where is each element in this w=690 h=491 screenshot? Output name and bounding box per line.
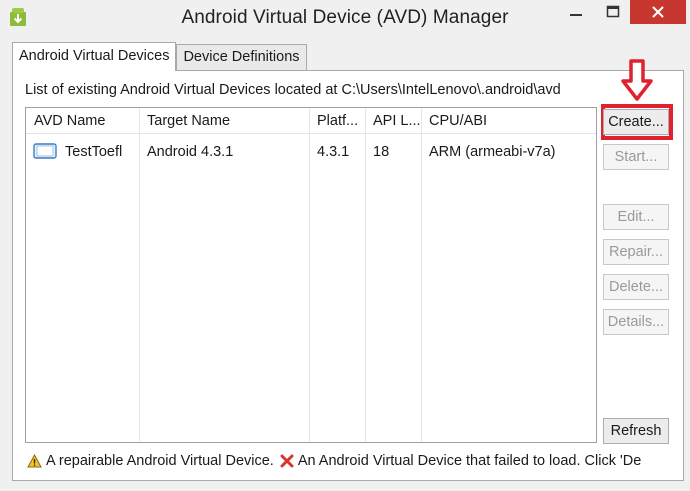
close-icon: [652, 6, 664, 18]
tab-device-definitions[interactable]: Device Definitions: [176, 44, 307, 70]
avd-location-caption: List of existing Android Virtual Devices…: [25, 82, 561, 98]
table-header: AVD Name Target Name Platf... API L... C…: [26, 108, 596, 134]
repair-button[interactable]: Repair...: [603, 239, 669, 265]
cell-api-level: 18: [373, 144, 390, 160]
column-header-target-name[interactable]: Target Name: [147, 113, 230, 129]
cell-cpu-abi: ARM (armeabi-v7a): [429, 144, 556, 160]
column-header-avd-name[interactable]: AVD Name: [34, 113, 105, 129]
legend: A repairable Android Virtual Device. An …: [27, 453, 641, 469]
edit-button[interactable]: Edit...: [603, 204, 669, 230]
delete-button[interactable]: Delete...: [603, 274, 669, 300]
refresh-button[interactable]: Refresh: [603, 418, 669, 444]
minimize-icon: [570, 14, 582, 16]
error-x-icon: [280, 454, 294, 468]
cell-avd-name: TestToefl: [65, 144, 123, 160]
device-icon: [33, 143, 57, 159]
tab-android-virtual-devices[interactable]: Android Virtual Devices: [12, 42, 177, 71]
minimize-button[interactable]: [558, 0, 594, 24]
maximize-icon: [606, 5, 620, 18]
warning-icon: [27, 454, 42, 468]
table-row[interactable]: TestToefl Android 4.3.1 4.3.1 18 ARM (ar…: [26, 135, 596, 165]
avd-panel: List of existing Android Virtual Devices…: [12, 59, 684, 481]
avd-table: AVD Name Target Name Platf... API L... C…: [25, 107, 597, 443]
tab-bar: Android Virtual Devices Device Definitio…: [12, 42, 307, 71]
maximize-button[interactable]: [596, 0, 630, 24]
cell-platform: 4.3.1: [317, 144, 350, 160]
down-arrow-icon: [621, 59, 653, 101]
title-bar: Android Virtual Device (AVD) Manager: [0, 0, 690, 34]
start-button[interactable]: Start...: [603, 144, 669, 170]
column-header-platform[interactable]: Platf...: [317, 113, 358, 129]
close-button[interactable]: [630, 0, 686, 24]
column-header-cpu-abi[interactable]: CPU/ABI: [429, 113, 487, 129]
legend-failed-text: An Android Virtual Device that failed to…: [297, 453, 642, 469]
legend-repairable-text: A repairable Android Virtual Device.: [46, 453, 274, 469]
column-header-api-level[interactable]: API L...: [373, 113, 421, 129]
details-button[interactable]: Details...: [603, 309, 669, 335]
create-button[interactable]: Create...: [603, 109, 669, 135]
cell-target-name: Android 4.3.1: [147, 144, 234, 160]
